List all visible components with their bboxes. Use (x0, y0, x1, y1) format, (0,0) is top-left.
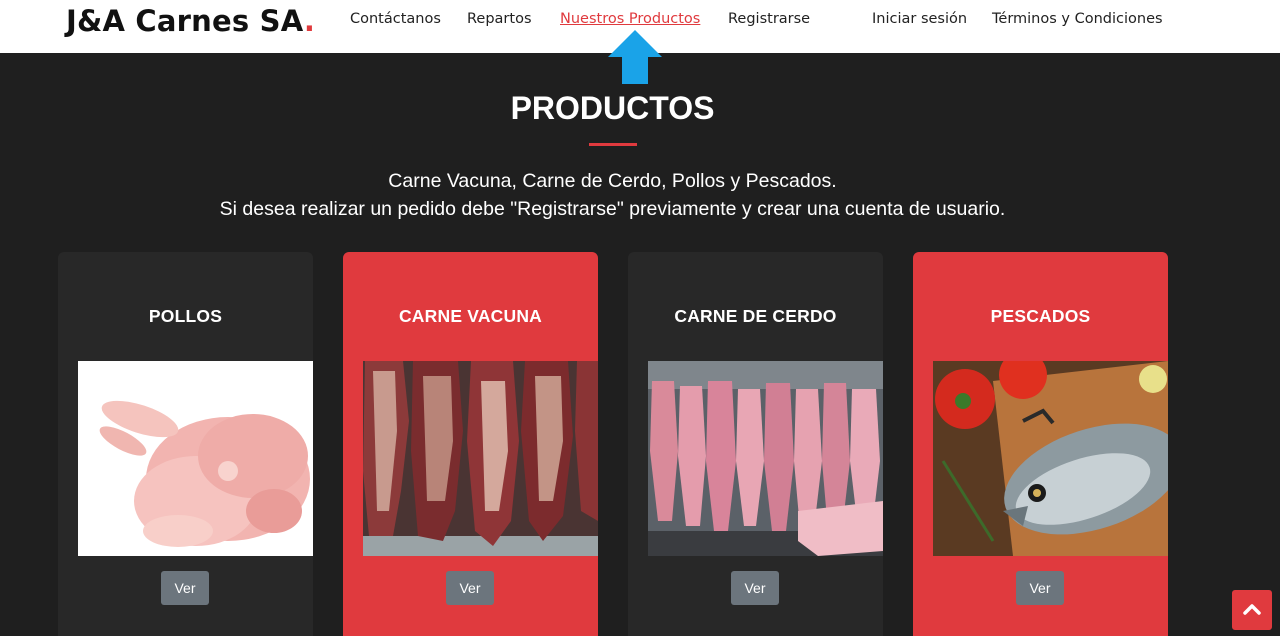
ver-button-carne-de-cerdo[interactable]: Ver (731, 571, 779, 605)
product-card-pollos: POLLOS Ver (58, 252, 313, 636)
hanging-beef-image (363, 361, 598, 556)
title-underline (589, 143, 637, 146)
card-title: CARNE VACUNA (398, 306, 543, 326)
fish-tomatoes-image (933, 361, 1168, 556)
hanging-pork-image (648, 361, 883, 556)
ver-button-pollos[interactable]: Ver (161, 571, 209, 605)
nav-registrarse[interactable]: Registrarse (728, 11, 810, 27)
card-title: PESCADOS (990, 306, 1091, 326)
ver-button-carne-vacuna[interactable]: Ver (446, 571, 494, 605)
card-title: POLLOS (148, 306, 223, 326)
product-card-carne-de-cerdo: CARNE DE CERDO Ver (628, 252, 883, 636)
product-card-carne-vacuna: CARNE VACUNA Ver (343, 252, 598, 636)
raw-chicken-image (78, 361, 313, 556)
nav-iniciar-sesion[interactable]: Iniciar sesión (872, 11, 967, 27)
card-title: CARNE DE CERDO (674, 306, 837, 326)
nav-repartos[interactable]: Repartos (467, 11, 532, 27)
intro-line-2: Si desea realizar un pedido debe "Regist… (219, 198, 1006, 220)
nav-terminos[interactable]: Términos y Condiciones (992, 11, 1163, 27)
product-card-pescados: PESCADOS Ver (913, 252, 1168, 636)
scroll-to-top-button[interactable] (1232, 590, 1272, 630)
chevron-up-icon (1243, 604, 1261, 615)
nav-contactanos[interactable]: Contáctanos (350, 11, 441, 27)
brand-logo[interactable]: J&A Carnes SA. (66, 4, 315, 38)
section-title: PRODUCTOS (510, 90, 715, 126)
intro-line-1: Carne Vacuna, Carne de Cerdo, Pollos y P… (388, 170, 837, 192)
blue-up-arrow-icon (608, 30, 662, 84)
nav-nuestros-productos[interactable]: Nuestros Productos (560, 11, 700, 27)
ver-button-pescados[interactable]: Ver (1016, 571, 1064, 605)
